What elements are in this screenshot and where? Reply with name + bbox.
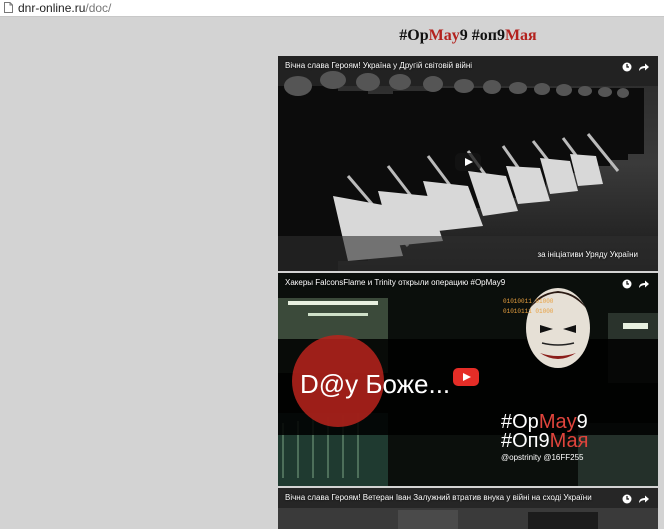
video-embed-3[interactable]: Вічна слава Героям! Ветеран Іван Залужни… — [278, 488, 658, 529]
heading-part: #Op — [399, 27, 429, 44]
page-heading: #OpMay9 #оп9Мая — [278, 27, 658, 45]
heading-part-red: Мая — [504, 27, 537, 44]
clock-icon[interactable] — [622, 279, 632, 289]
video-title[interactable]: Вічна слава Героям! Ветеран Іван Залужни… — [285, 493, 592, 502]
hashtag-part-red: Мая — [549, 430, 589, 452]
video-title[interactable]: Вічна слава Героям! Україна у Другій сві… — [285, 61, 472, 70]
binary-text-right: 01010111 01000 — [503, 308, 554, 315]
play-button[interactable] — [453, 368, 479, 386]
url-domain: dnr-online.ru — [18, 1, 86, 15]
video-overlay-title: D@у Боже... — [300, 369, 451, 399]
url-path: /doc/ — [85, 1, 112, 15]
hashtag-line-2: #Оп9Мая — [501, 430, 589, 452]
share-icon[interactable] — [639, 495, 649, 504]
play-button[interactable] — [455, 153, 481, 171]
url-text[interactable]: dnr-online.ru/doc/ — [18, 1, 111, 15]
video-action-icons — [622, 279, 649, 289]
video-overlay-hashtags: #OpMay9 #Оп9Мая — [501, 412, 589, 452]
video-embed-2[interactable]: 01010011 01000 01010111 01000 Хакеры Fal… — [278, 273, 658, 486]
page-icon — [4, 2, 13, 13]
video-overlay-handles: @opstrinity @16FF255 — [501, 453, 584, 462]
binary-text-left: 01010011 01000 — [503, 298, 554, 305]
heading-part: 9 #оп9 — [459, 27, 505, 44]
heading-part-red: May — [428, 27, 460, 44]
video-embed-1[interactable]: Вічна слава Героям! Україна у Другій сві… — [278, 56, 658, 271]
video-action-icons — [622, 62, 649, 72]
share-icon[interactable] — [639, 280, 649, 289]
address-bar[interactable]: dnr-online.ru/doc/ — [0, 0, 664, 17]
video-title[interactable]: Хакеры FalconsFlame и Trinity открыли оп… — [285, 278, 505, 287]
share-icon[interactable] — [639, 63, 649, 72]
video-caption: за ініціативи Уряду України — [537, 250, 638, 259]
hashtag-part: #Оп9 — [501, 430, 550, 452]
video-action-icons — [622, 494, 649, 504]
clock-icon[interactable] — [622, 494, 632, 504]
clock-icon[interactable] — [622, 62, 632, 72]
